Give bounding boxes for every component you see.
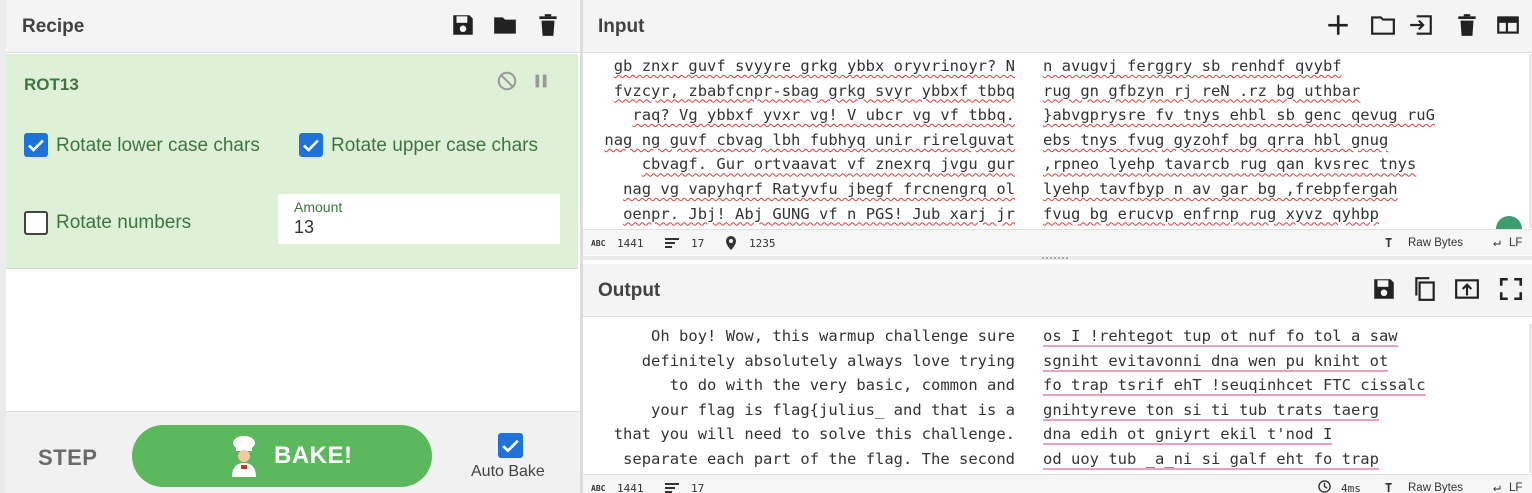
amount-input[interactable]: [294, 217, 534, 238]
checkmark-icon: [303, 139, 319, 152]
rotate-lower-checkbox[interactable]: [24, 133, 48, 157]
bake-button[interactable]: BAKE!: [132, 425, 432, 487]
output-line: your flag is flag{julius_ and that is a: [651, 400, 1015, 419]
input-line: fvzcyr, zbabfcnpr-sbag grkg svyr ybbxf t…: [613, 81, 1015, 100]
checkmark-icon: [502, 439, 519, 453]
output-right-column: os I !rehtegot tup ot nuf fo tol a saw s…: [1043, 324, 1523, 472]
lines-icon: [665, 238, 679, 248]
output-char-count: 1441: [617, 482, 644, 493]
input-line: n avugvj ferggry sb renhdf qvybf: [1043, 57, 1342, 75]
recipe-panel: Recipe ROT13 Rotate lower case chars Rot…: [0, 0, 580, 493]
input-line: ebs tnys fvug gyzohf bg qrra hbl gnug: [1043, 130, 1389, 149]
fullscreen-icon[interactable]: [1498, 276, 1524, 302]
amount-field[interactable]: Amount: [278, 194, 560, 244]
rotate-upper-label: Rotate upper case chars: [331, 135, 539, 156]
auto-bake-checkbox[interactable]: [498, 433, 523, 458]
operation-name: ROT13: [24, 75, 79, 94]
rotate-numbers-label: Rotate numbers: [56, 212, 192, 233]
input-encoding[interactable]: Raw Bytes: [1408, 237, 1463, 249]
input-eol[interactable]: LF: [1509, 237, 1522, 249]
rotate-lower-label: Rotate lower case chars: [56, 135, 260, 156]
save-icon[interactable]: [450, 12, 476, 38]
input-line: ,rpneo lyehp tavarcb rug qan kvsrec tnys: [1043, 155, 1417, 174]
clock-icon: [1318, 480, 1331, 493]
output-eol[interactable]: LF: [1509, 482, 1522, 493]
output-textarea[interactable]: Oh boy! Wow, this warmup challenge sure …: [583, 324, 1529, 473]
input-textarea[interactable]: gb znxr guvf svyyre grkg ybbx oryvrinoyr…: [583, 54, 1529, 228]
input-line: gb znxr guvf svyyre grkg ybbx oryvrinoyr…: [613, 57, 1015, 75]
input-right-column: n avugvj ferggry sb renhdf qvybf rug gn …: [1043, 54, 1523, 226]
chars-icon: ABC: [591, 239, 606, 248]
checkmark-icon: [28, 139, 44, 152]
chef-icon: [232, 436, 256, 477]
divider-grip[interactable]: [1042, 257, 1068, 259]
output-line: separate each part of the flag. The seco…: [623, 449, 1015, 468]
output-title: Output: [598, 280, 661, 301]
chars-icon: ABC: [591, 484, 606, 493]
input-line: nag ng guvf cbvag lbh fubhyq unir rirelg…: [604, 130, 1015, 149]
operation-rot13[interactable]: ROT13 Rotate lower case chars Rotate upp…: [6, 54, 578, 269]
output-line: definitely absolutely always love trying: [641, 351, 1015, 370]
text-format-icon: T: [1385, 236, 1393, 250]
trash-icon[interactable]: [1454, 12, 1480, 38]
text-format-icon: T: [1385, 481, 1393, 493]
disable-icon[interactable]: [496, 70, 518, 92]
input-line: cbvagf. Gur ortvaavat vf znexrq jvgu gur: [641, 155, 1015, 174]
output-line: dna edih ot gniyrt ekil t'nod I: [1043, 425, 1333, 446]
auto-bake-label: Auto Bake: [471, 463, 545, 480]
rotate-upper-checkbox[interactable]: [299, 133, 323, 157]
save-icon[interactable]: [1371, 276, 1397, 302]
output-statusbar: ABC 1441 17 4ms T Raw Bytes ↵ LF: [583, 474, 1532, 493]
output-line: os I !rehtegot tup ot nuf fo tol a saw: [1043, 327, 1398, 347]
output-line: gnihtyreve ton si ti tub trats taerg: [1043, 400, 1379, 421]
output-line: to do with the very basic, common and: [669, 376, 1015, 395]
output-line: od uoy tub _a_ni si galf eht fo trap: [1043, 449, 1379, 470]
bake-label: BAKE!: [274, 442, 353, 469]
plus-icon[interactable]: [1325, 12, 1351, 38]
output-line-count: 17: [691, 482, 705, 493]
input-statusbar: ABC 1441 17 1235 T Raw Bytes ↵ LF: [583, 229, 1532, 255]
step-button[interactable]: STEP: [38, 445, 97, 471]
amount-label: Amount: [294, 199, 343, 215]
input-line: nag vg vapyhqrf Ratyvfu jbegf frcnengrq …: [623, 179, 1015, 198]
output-line: Oh boy! Wow, this warmup challenge sure: [651, 327, 1015, 345]
input-cursor-position: 1235: [749, 237, 776, 250]
return-icon: ↵: [1493, 480, 1501, 493]
output-line: fo trap tsrif ehT !seuqinhcet FTC cissal…: [1043, 376, 1426, 397]
input-header: Input: [583, 0, 1532, 53]
input-left-column: gb znxr guvf svyyre grkg ybbx oryvrinoyr…: [583, 54, 1015, 226]
input-line: oenpr. Jbj! Abj GUNG vf n PGS! Jub xarj …: [623, 204, 1015, 223]
input-line: raq? Vg ybbxf yvxr vg! V ubcr vg vf tbbq…: [632, 106, 1015, 125]
import-icon[interactable]: [1408, 12, 1434, 38]
location-icon: [726, 236, 736, 250]
input-line-count: 17: [691, 237, 705, 250]
open-folder-icon[interactable]: [1370, 12, 1396, 38]
bake-bar: STEP BAKE! Auto Bake: [6, 411, 580, 493]
output-encoding[interactable]: Raw Bytes: [1408, 482, 1463, 493]
replace-input-icon[interactable]: [1454, 276, 1480, 302]
layout-icon[interactable]: [1495, 12, 1521, 38]
output-line: sgniht evitavonni dna wen pu kniht ot: [1043, 351, 1389, 372]
return-icon: ↵: [1493, 235, 1501, 250]
output-left-column: Oh boy! Wow, this warmup challenge sure …: [583, 324, 1015, 472]
pause-icon[interactable]: [530, 70, 552, 92]
rotate-numbers-checkbox[interactable]: [24, 211, 48, 235]
input-title: Input: [598, 16, 645, 37]
copy-icon[interactable]: [1412, 276, 1438, 302]
input-line: fvug bg erucvp enfrnp rug xyvz qyhbp: [1043, 204, 1379, 223]
recipe-header: Recipe: [6, 0, 580, 53]
output-bake-time: 4ms: [1341, 482, 1361, 493]
input-line: }abvgprysre fv tnys ehbl sb genc qevug r…: [1043, 106, 1435, 125]
input-line: rug gn gfbzyn rj reN .rz bg uthbar: [1043, 81, 1361, 100]
trash-icon[interactable]: [535, 12, 561, 38]
lines-icon: [665, 483, 679, 493]
output-header: Output: [583, 264, 1532, 317]
input-line: lyehp tavfbyp n av gar bg ,frebpfergah: [1043, 179, 1398, 198]
input-char-count: 1441: [617, 237, 644, 250]
folder-icon[interactable]: [492, 12, 518, 38]
recipe-title: Recipe: [22, 16, 85, 37]
output-line: that you will need to solve this challen…: [613, 425, 1015, 444]
